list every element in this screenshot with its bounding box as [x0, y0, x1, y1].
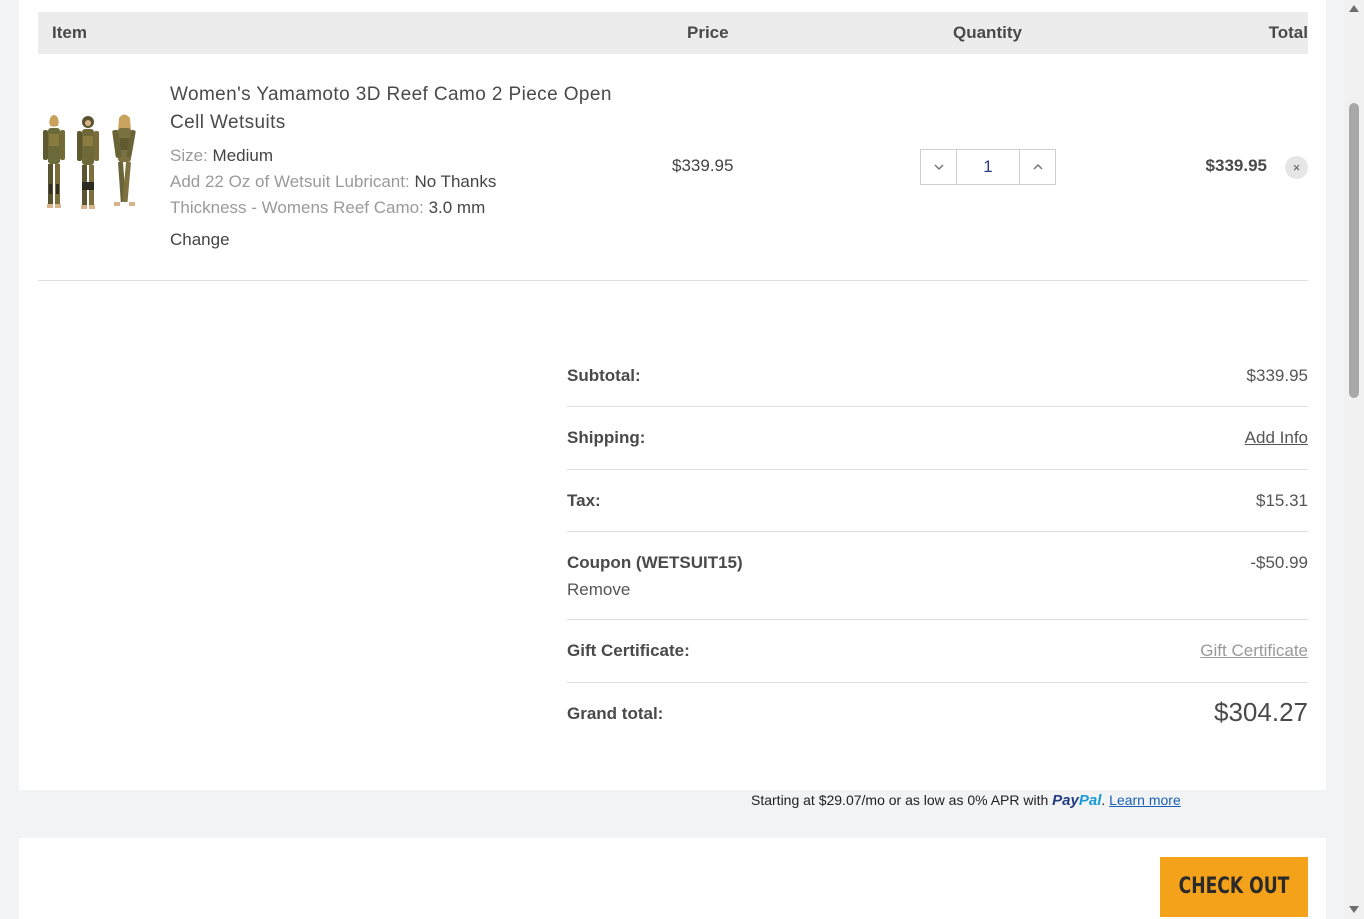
- item-price: $339.95: [672, 156, 734, 175]
- summary-tax: Tax: $15.31: [567, 470, 1308, 532]
- option-thickness: Thickness - Womens Reef Camo: 3.0 mm: [170, 197, 485, 219]
- product-name[interactable]: Women's Yamamoto 3D Reef Camo 2 Piece Op…: [170, 81, 650, 137]
- coupon-remove-link[interactable]: Remove: [567, 580, 630, 600]
- checkout-button-label: CHECK OUT: [1178, 874, 1290, 899]
- option-lubricant-label: Add 22 Oz of Wetsuit Lubricant:: [170, 172, 410, 191]
- subtotal-value: $339.95: [1246, 366, 1308, 385]
- option-lubricant-value: No Thanks: [414, 172, 497, 191]
- page-scrollbar[interactable]: [1344, 0, 1364, 919]
- quantity-decrease-button[interactable]: [921, 150, 957, 184]
- grand-total-value: $304.27: [1214, 697, 1308, 727]
- chevron-down-icon: [933, 164, 944, 171]
- paypal-logo: PayPal: [1052, 792, 1101, 809]
- paypal-learn-more-link[interactable]: Learn more: [1109, 792, 1181, 808]
- shipping-label: Shipping:: [567, 428, 646, 447]
- gift-certificate-link[interactable]: Gift Certificate: [1200, 641, 1308, 661]
- summary-subtotal: Subtotal: $339.95: [567, 345, 1308, 407]
- paypal-financing-message: Starting at $29.07/mo or as low as 0% AP…: [751, 792, 1181, 809]
- tax-label: Tax:: [567, 491, 601, 510]
- scrollbar-thumb[interactable]: [1349, 103, 1359, 398]
- coupon-value: -$50.99: [1250, 553, 1308, 572]
- quantity-input[interactable]: 1: [957, 150, 1019, 184]
- header-total: Total: [1268, 23, 1308, 42]
- tax-value: $15.31: [1256, 491, 1308, 510]
- summary-grand-total: Grand total: $304.27: [567, 683, 1308, 745]
- paypal-logo-part2: Pal: [1078, 792, 1102, 809]
- option-thickness-label: Thickness - Womens Reef Camo:: [170, 198, 424, 217]
- item-total: $339.95: [1205, 156, 1267, 175]
- grand-total-label: Grand total:: [567, 704, 664, 723]
- quantity-increase-button[interactable]: [1019, 150, 1055, 184]
- checkout-card: [19, 838, 1326, 919]
- quantity-stepper: 1: [920, 149, 1056, 185]
- close-icon: ×: [1292, 160, 1301, 175]
- coupon-label: Coupon (WETSUIT15): [567, 553, 743, 572]
- header-quantity: Quantity: [953, 23, 1022, 42]
- chevron-up-icon: [1032, 163, 1043, 170]
- item-row-divider: [38, 280, 1308, 281]
- summary-gift-certificate: Gift Certificate: Gift Certificate: [567, 620, 1308, 683]
- product-thumbnail[interactable]: [40, 112, 140, 216]
- option-size-label: Size:: [170, 146, 208, 165]
- paypal-logo-part1: Pay: [1052, 792, 1079, 809]
- remove-item-button[interactable]: ×: [1285, 156, 1308, 179]
- cart-table-header: Item Price Quantity Total: [38, 12, 1308, 54]
- change-options-link[interactable]: Change: [170, 230, 230, 250]
- scroll-down-arrow-icon[interactable]: [1349, 906, 1359, 913]
- wetsuit-figure-back: [112, 114, 136, 206]
- header-price: Price: [687, 23, 729, 42]
- wetsuit-figure-hooded: [77, 116, 99, 209]
- option-lubricant: Add 22 Oz of Wetsuit Lubricant: No Thank…: [170, 171, 496, 193]
- summary-coupon: Coupon (WETSUIT15) Remove -$50.99: [567, 532, 1308, 620]
- option-thickness-value: 3.0 mm: [428, 198, 486, 217]
- option-size-value: Medium: [212, 146, 273, 165]
- header-item: Item: [52, 23, 87, 42]
- shipping-add-info-link[interactable]: Add Info: [1245, 428, 1308, 448]
- summary-shipping: Shipping: Add Info: [567, 407, 1308, 470]
- scroll-up-arrow-icon[interactable]: [1349, 5, 1359, 12]
- subtotal-label: Subtotal:: [567, 366, 641, 385]
- checkout-button[interactable]: CHECK OUT: [1160, 857, 1308, 917]
- gift-certificate-label: Gift Certificate:: [567, 641, 690, 660]
- wetsuit-figure-front: [43, 115, 65, 208]
- paypal-period: .: [1101, 792, 1106, 808]
- paypal-message-text: Starting at $29.07/mo or as low as 0% AP…: [751, 792, 1049, 808]
- option-size: Size: Medium: [170, 145, 273, 167]
